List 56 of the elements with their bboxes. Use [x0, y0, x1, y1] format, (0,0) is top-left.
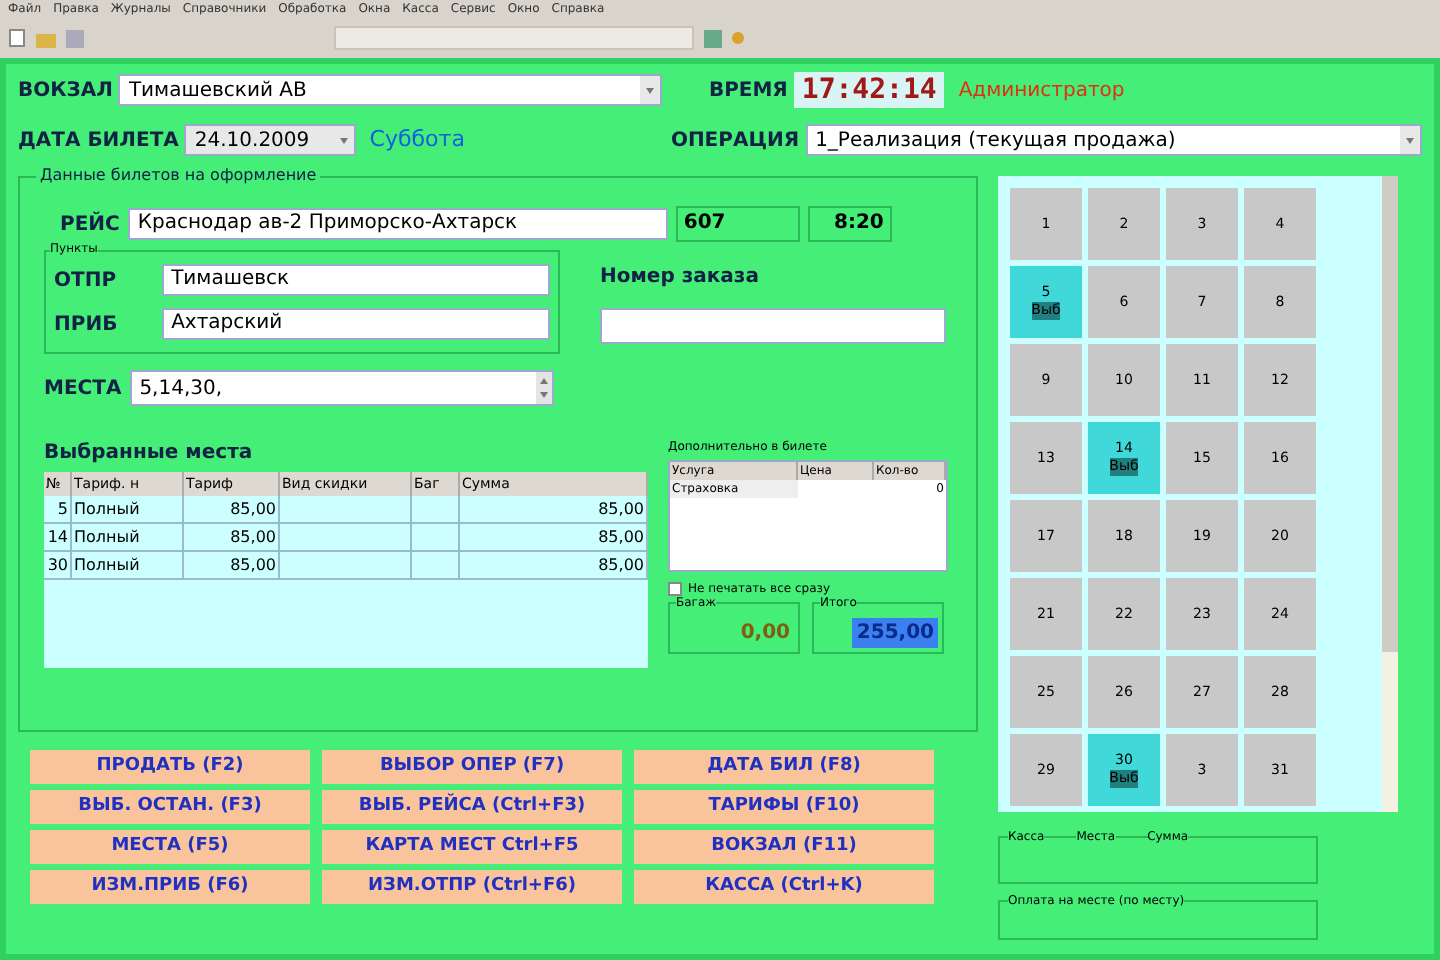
function-button[interactable]: ВЫБОР ОПЕР (F7)	[322, 750, 622, 784]
trip-field[interactable]: Краснодар ав-2 Приморско-Ахтарск	[127, 208, 668, 240]
date-field[interactable]: 24.10.2009	[184, 124, 356, 156]
field-label: ОТПР	[54, 267, 119, 295]
function-button[interactable]: ТАРИФЫ (F10)	[634, 790, 934, 824]
table-cell: 85,00	[460, 524, 648, 550]
spinner-icon	[535, 372, 552, 404]
function-button[interactable]: ДАТА БИЛ (F8)	[634, 750, 934, 784]
table-cell: 14	[44, 524, 72, 550]
time-display: 17:42:14	[793, 72, 945, 108]
order-number-field[interactable]	[600, 308, 946, 344]
function-button[interactable]: МЕСТА (F5)	[30, 830, 310, 864]
checkbox[interactable]	[668, 582, 682, 596]
seats-field[interactable]: 5,14,30,	[129, 370, 554, 406]
weekday-label: Суббота	[369, 123, 465, 156]
field-label: Выбранные места	[44, 440, 255, 468]
function-button[interactable]: ИЗМ.ПРИБ (F6)	[30, 870, 310, 904]
field-label: ОПЕРАЦИЯ	[670, 127, 800, 155]
function-button[interactable]: ПРОДАТЬ (F2)	[30, 750, 310, 784]
function-button[interactable]: КАРТА МЕСТ Ctrl+F5	[322, 830, 622, 864]
field-label: ДАТА БИЛЕТА	[18, 127, 179, 155]
trip-number: 607	[675, 206, 800, 242]
function-button[interactable]: ИЗМ.ОТПР (Ctrl+F6)	[322, 870, 622, 904]
table-cell: 85,00	[460, 496, 648, 522]
table-cell: Полный	[72, 552, 184, 578]
group-title: Данные билетов на оформление	[36, 164, 321, 188]
table-cell: 85,00	[184, 524, 280, 550]
amount-value: 0,00	[738, 620, 792, 648]
table-cell: Полный	[72, 524, 184, 550]
departure-field[interactable]: Тимашевск	[161, 264, 550, 296]
arrival-field[interactable]: Ахтарский	[161, 308, 550, 340]
function-button[interactable]: ВЫБ. РЕЙСА (Ctrl+F3)	[322, 790, 622, 824]
folder-icon[interactable]	[36, 29, 56, 47]
table-cell: 5	[44, 496, 72, 522]
field-label: ВРЕМЯ	[708, 77, 788, 105]
table-cell: 85,00	[460, 552, 648, 578]
field-label: Номер заказа	[600, 264, 761, 292]
function-button[interactable]: ВЫБ. ОСТАН. (F3)	[30, 790, 310, 824]
document-icon[interactable]	[8, 28, 26, 48]
user-name: Администратор	[958, 77, 1125, 105]
function-button[interactable]: ВОКЗАЛ (F11)	[634, 830, 934, 864]
table-cell: 85,00	[184, 552, 280, 578]
table-cell: 85,00	[184, 496, 280, 522]
field-label: МЕСТА	[44, 375, 122, 403]
scrollbar[interactable]	[1382, 176, 1398, 812]
field-label: РЕЙС	[60, 209, 120, 239]
operation-select[interactable]: 1_Реализация (текущая продажа)	[805, 124, 1422, 156]
departure-time: 8:20	[807, 206, 892, 242]
amount-value: 255,00	[852, 618, 938, 648]
toolbar-combo[interactable]	[334, 26, 694, 50]
field-label: ПРИБ	[54, 311, 120, 339]
table-cell: Полный	[72, 496, 184, 522]
station-select[interactable]: Тимашевский АВ	[118, 74, 663, 106]
field-label: ВОКЗАЛ	[18, 77, 113, 105]
function-button[interactable]: КАССА (Ctrl+K)	[634, 870, 934, 904]
table-cell: 30	[44, 552, 72, 578]
